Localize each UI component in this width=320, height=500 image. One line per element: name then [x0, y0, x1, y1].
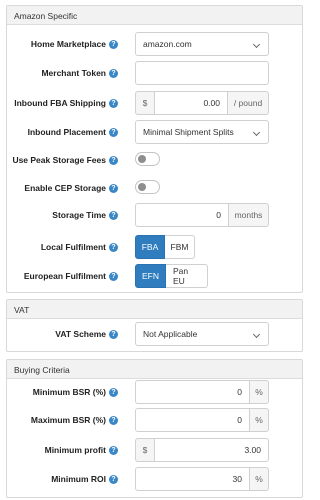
min-profit-row: Minimum profit ? $ 3.00 — [7, 438, 304, 462]
storage-time-row: Storage Time ? 0 months — [7, 203, 304, 227]
inbound-placement-value: Minimal Shipment Splits — [143, 127, 234, 137]
inbound-fba-shipping-label: Inbound FBA Shipping — [14, 98, 106, 108]
local-fulfilment-row: Local Fulfilment ? FBA FBM — [7, 235, 304, 259]
help-icon[interactable]: ? — [109, 387, 118, 397]
vat-scheme-label: VAT Scheme — [55, 329, 106, 339]
min-roi-input[interactable]: 30 — [135, 467, 250, 491]
help-icon[interactable]: ? — [109, 127, 118, 137]
peak-storage-label: Use Peak Storage Fees — [12, 155, 106, 165]
peak-storage-toggle[interactable] — [135, 152, 160, 166]
chevron-down-icon — [252, 128, 261, 137]
fbm-button[interactable]: FBM — [165, 235, 195, 259]
max-bsr-label: Maximum BSR (%) — [30, 415, 106, 425]
peak-storage-row: Use Peak Storage Fees ? — [7, 148, 304, 172]
storage-time-label: Storage Time — [52, 210, 106, 220]
help-icon[interactable]: ? — [109, 445, 118, 455]
vat-panel: VAT VAT Scheme ? Not Applicable — [6, 299, 303, 352]
home-marketplace-label: Home Marketplace — [30, 39, 106, 49]
panel-title: Buying Criteria — [7, 360, 302, 379]
buying-criteria-panel: Buying Criteria Minimum BSR (%) ? 0 % Ma… — [6, 359, 303, 498]
inbound-fba-shipping-row: Inbound FBA Shipping ? $ 0.00 / pound — [7, 91, 304, 115]
home-marketplace-row: Home Marketplace ? amazon.com — [7, 32, 304, 56]
chevron-down-icon — [252, 40, 261, 49]
home-marketplace-value: amazon.com — [143, 39, 192, 49]
currency-prefix: $ — [135, 438, 155, 462]
percent-suffix: % — [249, 408, 269, 432]
toggle-knob — [138, 183, 146, 191]
chevron-down-icon — [252, 330, 261, 339]
panel-title: VAT — [7, 300, 302, 319]
european-fulfilment-row: European Fulfilment ? EFN Pan EU — [7, 264, 304, 288]
help-icon[interactable]: ? — [109, 39, 118, 49]
help-icon[interactable]: ? — [109, 183, 118, 193]
panel-title: Amazon Specific — [7, 6, 302, 25]
enable-cep-row: Enable CEP Storage ? — [7, 176, 304, 200]
min-bsr-input[interactable]: 0 — [135, 380, 250, 404]
settings-page: Amazon Specific Home Marketplace ? amazo… — [0, 0, 307, 500]
merchant-token-label: Merchant Token — [41, 68, 106, 78]
help-icon[interactable]: ? — [109, 329, 118, 339]
help-icon[interactable]: ? — [109, 415, 118, 425]
min-roi-label: Minimum ROI — [51, 474, 106, 484]
local-fulfilment-group: FBA FBM — [135, 235, 195, 259]
local-fulfilment-label: Local Fulfilment — [40, 242, 106, 252]
efn-button[interactable]: EFN — [135, 264, 166, 288]
fba-button[interactable]: FBA — [135, 235, 165, 259]
min-profit-label: Minimum profit — [44, 445, 106, 455]
inbound-placement-row: Inbound Placement ? Minimal Shipment Spl… — [7, 120, 304, 144]
vat-scheme-row: VAT Scheme ? Not Applicable — [7, 322, 304, 346]
inbound-placement-label: Inbound Placement — [27, 127, 106, 137]
amazon-specific-panel: Amazon Specific Home Marketplace ? amazo… — [6, 5, 303, 293]
merchant-token-row: Merchant Token ? — [7, 61, 304, 85]
pan-eu-button[interactable]: Pan EU — [166, 264, 208, 288]
vat-scheme-value: Not Applicable — [143, 329, 198, 339]
help-icon[interactable]: ? — [109, 68, 118, 78]
inbound-placement-select[interactable]: Minimal Shipment Splits — [135, 120, 269, 144]
min-bsr-label: Minimum BSR (%) — [32, 387, 106, 397]
min-profit-input[interactable]: 3.00 — [154, 438, 269, 462]
help-icon[interactable]: ? — [109, 210, 118, 220]
european-fulfilment-label: European Fulfilment — [23, 271, 106, 281]
percent-suffix: % — [249, 467, 269, 491]
per-pound-suffix: / pound — [227, 91, 269, 115]
currency-prefix: $ — [135, 91, 155, 115]
enable-cep-label: Enable CEP Storage — [24, 183, 106, 193]
home-marketplace-select[interactable]: amazon.com — [135, 32, 269, 56]
storage-time-input[interactable]: 0 — [135, 203, 229, 227]
enable-cep-toggle[interactable] — [135, 180, 160, 194]
min-roi-row: Minimum ROI ? 30 % — [7, 467, 304, 491]
percent-suffix: % — [249, 380, 269, 404]
help-icon[interactable]: ? — [109, 98, 118, 108]
inbound-fba-shipping-input[interactable]: 0.00 — [154, 91, 228, 115]
merchant-token-input[interactable] — [135, 61, 269, 85]
help-icon[interactable]: ? — [109, 474, 118, 484]
toggle-knob — [138, 155, 146, 163]
months-suffix: months — [228, 203, 269, 227]
min-bsr-row: Minimum BSR (%) ? 0 % — [7, 380, 304, 404]
european-fulfilment-group: EFN Pan EU — [135, 264, 208, 288]
vat-scheme-select[interactable]: Not Applicable — [135, 322, 269, 346]
help-icon[interactable]: ? — [109, 242, 118, 252]
help-icon[interactable]: ? — [109, 155, 118, 165]
help-icon[interactable]: ? — [109, 271, 118, 281]
max-bsr-input[interactable]: 0 — [135, 408, 250, 432]
max-bsr-row: Maximum BSR (%) ? 0 % — [7, 408, 304, 432]
